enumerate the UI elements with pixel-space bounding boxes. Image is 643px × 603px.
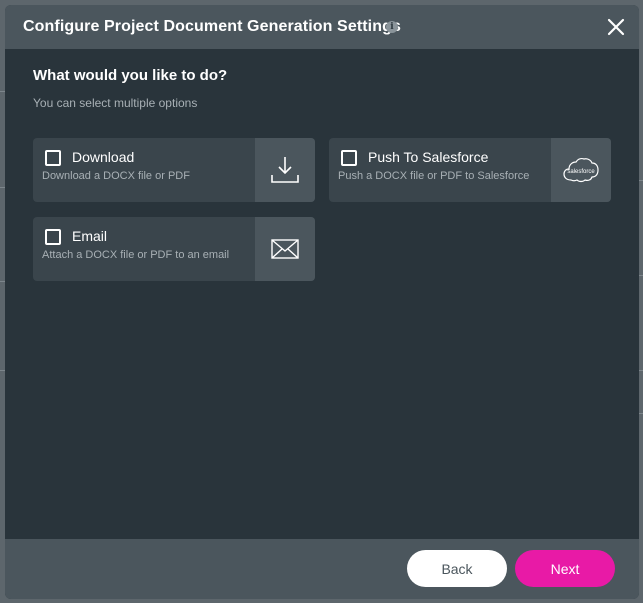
option-description: Download a DOCX file or PDF <box>42 170 190 182</box>
dialog-header: Configure Project Document Generation Se… <box>5 5 639 49</box>
background-divider <box>639 413 643 414</box>
hint-text: You can select multiple options <box>33 96 198 110</box>
salesforce-logo-text: salesforce <box>567 169 595 175</box>
option-icon-box <box>255 217 315 281</box>
option-label: Email <box>72 228 108 244</box>
next-button[interactable]: Next <box>515 550 615 587</box>
salesforce-icon: salesforce <box>563 158 599 183</box>
salesforce-checkbox[interactable] <box>341 150 357 166</box>
settings-dialog: Configure Project Document Generation Se… <box>5 5 639 599</box>
envelope-icon <box>271 239 299 259</box>
option-push-to-salesforce[interactable]: Push To Salesforce Push a DOCX file or P… <box>329 138 611 202</box>
back-button[interactable]: Back <box>407 550 507 587</box>
option-description: Attach a DOCX file or PDF to an email <box>42 249 230 261</box>
dialog-footer: Back Next <box>5 539 639 599</box>
option-label: Download <box>72 149 135 165</box>
download-checkbox[interactable] <box>45 150 61 166</box>
info-icon[interactable]: i <box>386 21 398 33</box>
question-heading: What would you like to do? <box>33 67 228 84</box>
option-label: Push To Salesforce <box>368 149 489 165</box>
option-description: Push a DOCX file or PDF to Salesforce <box>338 170 530 182</box>
option-email[interactable]: Email Attach a DOCX file or PDF to an em… <box>33 217 315 281</box>
close-icon[interactable] <box>605 16 627 38</box>
dialog-title: Configure Project Document Generation Se… <box>23 18 401 35</box>
download-icon <box>271 157 299 183</box>
background-divider <box>639 275 643 276</box>
background-divider <box>639 180 643 181</box>
email-checkbox[interactable] <box>45 229 61 245</box>
option-icon-box <box>255 138 315 202</box>
option-download[interactable]: Download Download a DOCX file or PDF <box>33 138 315 202</box>
background-divider <box>639 370 643 371</box>
option-icon-box: salesforce <box>551 138 611 202</box>
